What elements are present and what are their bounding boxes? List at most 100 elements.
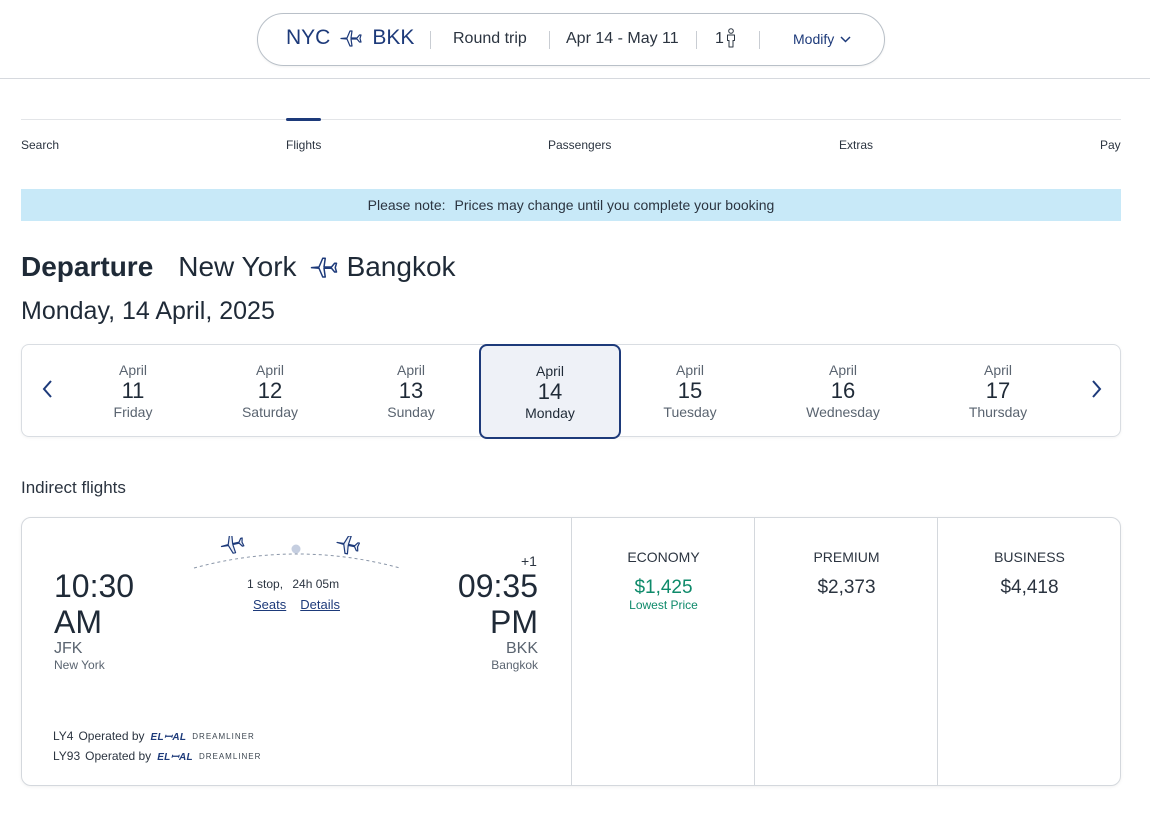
to-city: Bangkok <box>346 251 456 282</box>
flight-duration: 24h 05m <box>292 577 340 591</box>
divider <box>696 31 697 49</box>
arrive-time-ampm: PM <box>490 604 538 640</box>
plane-icon <box>309 252 339 282</box>
date-day: 16 <box>830 378 856 403</box>
plane-icon <box>339 26 363 50</box>
passenger-count: 1 <box>715 28 737 48</box>
divider <box>549 31 550 49</box>
date-day: 17 <box>985 378 1011 403</box>
aircraft-logo-text: DREAMLINER <box>192 731 255 741</box>
date-month: April <box>396 362 425 378</box>
date-month: April <box>255 362 284 378</box>
date-weekday: Friday <box>113 404 153 420</box>
date-month: April <box>828 362 857 378</box>
chevron-down-icon <box>840 35 851 43</box>
prev-dates-button[interactable] <box>38 378 58 400</box>
plane-icon <box>220 536 245 554</box>
arrive-time: 09:35 PM <box>458 568 538 640</box>
date-month: April <box>675 362 704 378</box>
lowest-price-badge: Lowest Price <box>629 598 698 612</box>
destination-code: BKK <box>372 26 415 49</box>
modify-button[interactable]: Modify <box>793 31 851 47</box>
price-notice: Please note: Prices may change until you… <box>21 189 1121 221</box>
notice-label: Please note: <box>367 197 446 213</box>
date-day: 14 <box>537 379 563 404</box>
step-flights[interactable]: Flights <box>286 138 321 152</box>
fare-economy[interactable]: ECONOMY $1,425 Lowest Price <box>572 518 755 785</box>
fare-business[interactable]: BUSINESS $4,418 <box>938 518 1120 785</box>
date-carousel: April 11 Friday April 12 Saturday April … <box>21 344 1121 439</box>
divider <box>430 31 431 49</box>
departure-date: Monday, 14 April, 2025 <box>21 297 275 325</box>
date-option-selected[interactable]: April 14 Monday <box>479 344 621 439</box>
operated-by-label: Operated by <box>78 729 145 743</box>
arrive-airport-code: BKK <box>505 640 538 657</box>
chevron-left-icon <box>42 380 52 398</box>
from-city: New York <box>178 251 297 282</box>
date-option[interactable]: April 12 Saturday <box>210 345 330 438</box>
origin-code: NYC <box>286 26 331 49</box>
stop-count: 1 stop, <box>247 577 284 591</box>
fare-class: ECONOMY <box>627 549 700 565</box>
stepper-active-indicator <box>286 118 321 121</box>
date-weekday: Tuesday <box>663 404 717 420</box>
date-weekday: Wednesday <box>806 404 880 420</box>
fare-class: BUSINESS <box>994 549 1065 565</box>
fare-price: $2,373 <box>817 577 876 598</box>
next-dates-button[interactable] <box>1086 378 1106 400</box>
date-option[interactable]: April 17 Thursday <box>938 345 1058 438</box>
page-title: Departure New York Bangkok <box>21 251 456 283</box>
depart-time-ampm: AM <box>54 604 102 640</box>
search-summary-pill[interactable]: NYC BKK Round trip Apr 14 - May 11 1 Mod… <box>257 13 885 66</box>
fare-class: PREMIUM <box>813 549 880 565</box>
fare-price: $4,418 <box>1000 577 1059 598</box>
arrive-city: Bangkok <box>491 658 538 672</box>
date-month: April <box>535 363 564 379</box>
operator-row: LY93 Operated by ELꟷAL DREAMLINER <box>53 749 261 763</box>
search-summary-bar: NYC BKK Round trip Apr 14 - May 11 1 Mod… <box>0 0 1150 79</box>
divider <box>759 31 760 49</box>
aircraft-logo-text: DREAMLINER <box>198 751 262 761</box>
person-icon <box>726 28 735 48</box>
el-al-dreamliner-logo: ELꟷAL DREAMLINER <box>150 729 255 744</box>
date-weekday: Sunday <box>387 404 435 420</box>
step-search[interactable]: Search <box>21 138 59 152</box>
operator-row: LY4 Operated by ELꟷAL DREAMLINER <box>53 729 255 743</box>
depart-time-hour: 10:30 <box>54 568 135 604</box>
stepper-track <box>21 119 1121 120</box>
date-option[interactable]: April 15 Tuesday <box>630 345 750 438</box>
direction-label: Departure <box>21 251 154 282</box>
chevron-right-icon <box>1092 380 1102 398</box>
seats-link[interactable]: Seats <box>253 597 286 612</box>
flight-number: LY93 <box>53 749 81 763</box>
passenger-count-value: 1 <box>715 30 724 47</box>
flight-links: Seats Details <box>253 597 340 612</box>
date-month: April <box>118 362 147 378</box>
step-passengers: Passengers <box>548 138 612 152</box>
arrive-time-hour: 09:35 <box>457 568 538 604</box>
airline-logo-text: ELꟷAL <box>150 732 187 743</box>
date-day: 12 <box>257 378 283 403</box>
notice-text: Prices may change until you complete you… <box>454 197 775 213</box>
depart-city: New York <box>54 658 105 672</box>
operated-by-label: Operated by <box>85 749 152 763</box>
trip-type: Round trip <box>453 30 527 47</box>
depart-airport-code: JFK <box>54 640 83 657</box>
route: NYC BKK <box>286 26 414 50</box>
flight-path-graphic <box>193 536 401 569</box>
travel-dates: Apr 14 - May 11 <box>566 30 679 47</box>
date-option[interactable]: April 11 Friday <box>73 345 193 438</box>
plane-icon <box>336 536 361 555</box>
el-al-dreamliner-logo: ELꟷAL DREAMLINER <box>157 749 262 764</box>
airline-logo-text: ELꟷAL <box>157 752 193 763</box>
date-weekday: Monday <box>525 405 575 421</box>
details-link[interactable]: Details <box>300 597 340 612</box>
date-weekday: Saturday <box>241 404 299 420</box>
fare-premium[interactable]: PREMIUM $2,373 <box>755 518 938 785</box>
date-weekday: Thursday <box>968 404 1028 420</box>
date-option[interactable]: April 16 Wednesday <box>783 345 903 438</box>
date-option[interactable]: April 13 Sunday <box>351 345 471 438</box>
section-title: Indirect flights <box>21 478 126 497</box>
stops-summary: 1 stop, 24h 05m <box>247 577 339 591</box>
modify-label: Modify <box>793 31 835 47</box>
